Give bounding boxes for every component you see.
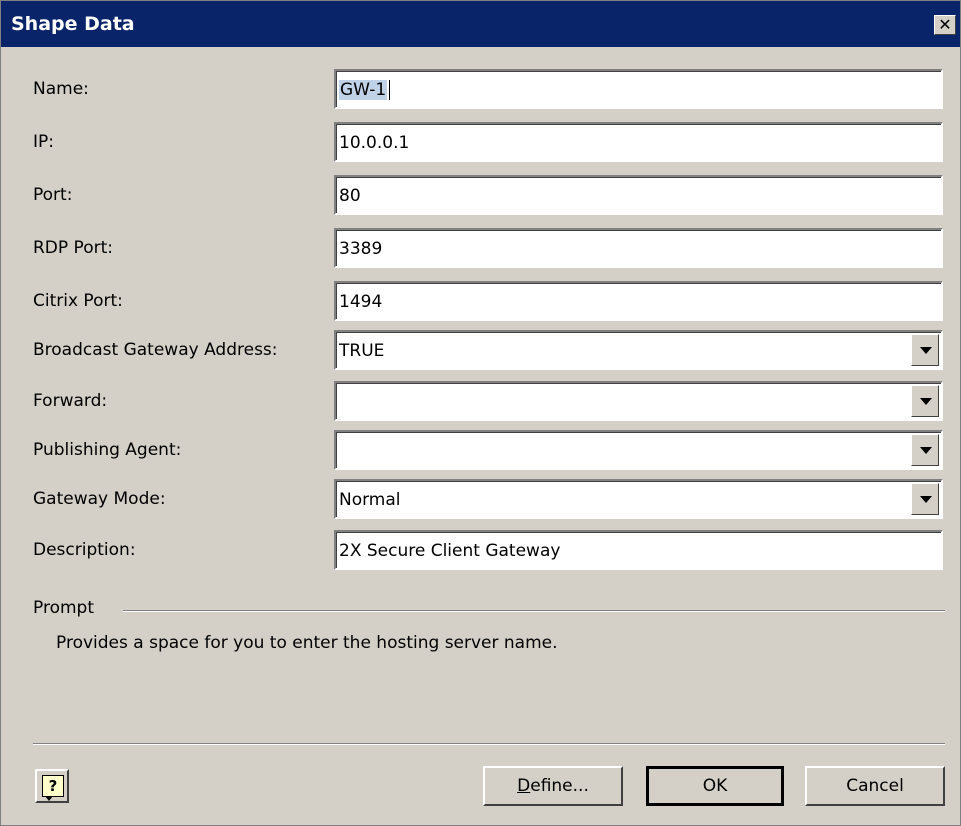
dropdown-arrow-icon[interactable] (911, 385, 939, 417)
broadcast-gateway-value: TRUE (339, 341, 385, 361)
field-row-name: Name: GW-1 (1, 69, 961, 109)
field-row-ip: IP: 10.0.0.1 (1, 122, 961, 162)
field-row-forward: Forward: (1, 381, 961, 421)
field-label-ip: IP: (33, 132, 54, 152)
prompt-text: Provides a space for you to enter the ho… (56, 633, 558, 653)
define-button[interactable]: Define... (483, 766, 623, 806)
title-bar[interactable]: Shape Data ✕ (1, 1, 960, 47)
dropdown-arrow-icon[interactable] (911, 483, 939, 515)
help-icon-tail (45, 796, 53, 801)
field-label-name: Name: (33, 79, 89, 99)
name-value: GW-1 (339, 80, 388, 100)
field-label-forward: Forward: (33, 391, 108, 411)
ok-label: OK (702, 776, 728, 796)
footer-divider (33, 743, 945, 745)
field-row-description: Description: 2X Secure Client Gateway (1, 530, 961, 570)
ip-value: 10.0.0.1 (339, 133, 410, 153)
prompt-divider (123, 610, 945, 612)
field-row-port: Port: 80 (1, 175, 961, 215)
ok-button[interactable]: OK (646, 766, 784, 806)
citrix-port-value: 1494 (339, 292, 383, 312)
description-value: 2X Secure Client Gateway (339, 541, 561, 561)
publishing-agent-select[interactable] (334, 430, 943, 470)
field-label-rdp-port: RDP Port: (33, 238, 113, 258)
field-label-port: Port: (33, 185, 73, 205)
broadcast-gateway-select[interactable]: TRUE (334, 330, 943, 370)
dialog-title: Shape Data (11, 13, 135, 35)
define-label: efine... (530, 776, 589, 796)
field-label-gateway-mode: Gateway Mode: (33, 489, 166, 509)
cancel-button[interactable]: Cancel (805, 766, 945, 806)
dropdown-arrow-icon[interactable] (911, 434, 939, 466)
port-input[interactable]: 80 (334, 175, 943, 215)
field-row-gateway-mode: Gateway Mode: Normal (1, 479, 961, 519)
shape-data-dialog: Shape Data ✕ Name: GW-1 IP: 10.0.0.1 Por… (0, 0, 961, 826)
dropdown-arrow-icon[interactable] (911, 334, 939, 366)
help-icon: ? (42, 775, 64, 797)
field-label-broadcast-gateway: Broadcast Gateway Address: (33, 340, 278, 360)
field-label-publishing-agent: Publishing Agent: (33, 440, 182, 460)
define-accelerator: D (517, 776, 531, 796)
help-button[interactable]: ? (35, 769, 69, 803)
description-input[interactable]: 2X Secure Client Gateway (334, 530, 943, 570)
name-input[interactable]: GW-1 (334, 69, 943, 109)
close-button[interactable]: ✕ (934, 15, 956, 35)
port-value: 80 (339, 186, 361, 206)
gateway-mode-value: Normal (339, 490, 401, 510)
text-caret (389, 80, 390, 100)
field-row-rdp-port: RDP Port: 3389 (1, 228, 961, 268)
forward-select[interactable] (334, 381, 943, 421)
field-row-citrix-port: Citrix Port: 1494 (1, 281, 961, 321)
field-label-citrix-port: Citrix Port: (33, 291, 123, 311)
rdp-port-input[interactable]: 3389 (334, 228, 943, 268)
field-label-description: Description: (33, 540, 136, 560)
gateway-mode-select[interactable]: Normal (334, 479, 943, 519)
prompt-heading: Prompt (33, 598, 94, 618)
rdp-port-value: 3389 (339, 239, 383, 259)
field-row-publishing-agent: Publishing Agent: (1, 430, 961, 470)
citrix-port-input[interactable]: 1494 (334, 281, 943, 321)
field-row-broadcast-gateway: Broadcast Gateway Address: TRUE (1, 330, 961, 370)
cancel-label: Cancel (846, 776, 904, 796)
ip-input[interactable]: 10.0.0.1 (334, 122, 943, 162)
